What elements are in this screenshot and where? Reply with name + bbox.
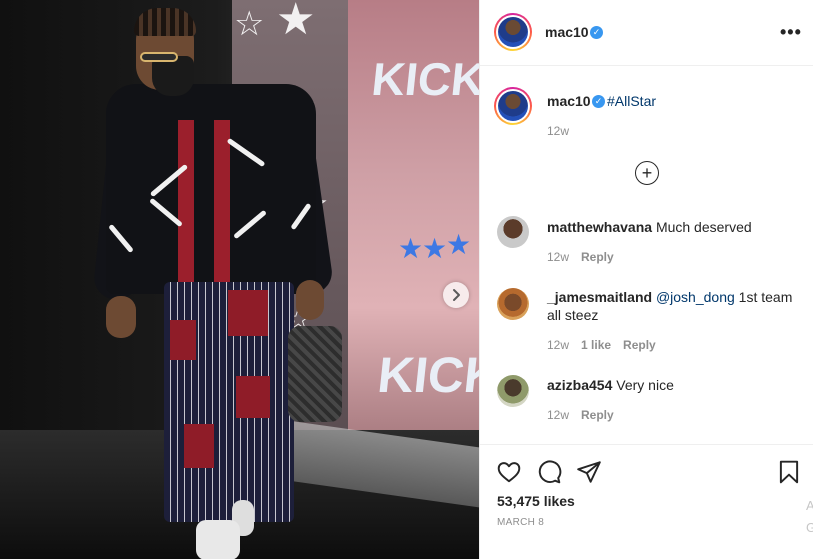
comment-timestamp[interactable]: 12w xyxy=(547,408,569,422)
comment-body: _jamesmaitland @josh_dong 1st team all s… xyxy=(547,288,797,324)
commenter-avatar[interactable] xyxy=(497,375,529,407)
comment-likes[interactable]: 1 like xyxy=(581,338,611,352)
pants-patch xyxy=(170,320,196,360)
comment-timestamp[interactable]: 12w xyxy=(547,338,569,352)
comment-text: Much deserved xyxy=(655,219,752,235)
comment-meta: 12w 1 like Reply xyxy=(547,338,656,352)
post-actions: 53,475 likes MARCH 8 A G xyxy=(480,444,813,559)
comment-body: matthewhavana Much deserved xyxy=(547,218,797,236)
post-header: mac10 ✓ ••• xyxy=(480,0,813,66)
more-icon: ••• xyxy=(780,22,802,42)
pants-patch xyxy=(236,376,270,418)
face-mask xyxy=(152,56,194,96)
more-options-button[interactable]: ••• xyxy=(780,22,802,43)
comment-text: Very nice xyxy=(616,377,674,393)
caption-hashtag[interactable]: #AllStar xyxy=(607,93,656,109)
pants-patch xyxy=(184,424,214,468)
jacket-trim xyxy=(214,120,230,298)
load-more-comments-button[interactable]: + xyxy=(635,161,659,185)
profile-avatar-icon xyxy=(498,17,528,47)
comment-username[interactable]: azizba454 xyxy=(547,377,612,393)
reply-button[interactable]: Reply xyxy=(581,408,614,422)
send-icon xyxy=(577,461,601,483)
blue-star-icon: ★ xyxy=(398,233,424,264)
edge-char: A xyxy=(806,498,813,513)
comment-username[interactable]: _jamesmaitland xyxy=(547,289,652,305)
pants-patch xyxy=(228,290,268,336)
author-avatar[interactable] xyxy=(494,13,532,51)
bookmark-icon xyxy=(779,460,799,484)
comment-meta: 12w Reply xyxy=(547,408,614,422)
kicks-sign-bottom: KICKS xyxy=(375,347,479,403)
instagram-post: ☆ ★ ☆ ☆ ☆ KICKS KICKS ★ ★ ★ xyxy=(0,0,813,559)
comment-timestamp[interactable]: 12w xyxy=(547,250,569,264)
caption-timestamp[interactable]: 12w xyxy=(547,124,569,138)
post-date[interactable]: MARCH 8 xyxy=(497,517,544,528)
reply-button[interactable]: Reply xyxy=(623,338,656,352)
caption-username[interactable]: mac10 xyxy=(547,93,591,109)
plus-icon: + xyxy=(641,163,653,183)
jacket-trim xyxy=(178,120,194,298)
comment-button[interactable] xyxy=(536,459,562,485)
left-shoe xyxy=(196,520,240,559)
verified-badge-icon: ✓ xyxy=(592,95,605,108)
blue-star-icon: ★ xyxy=(422,233,448,264)
clipped-edge-text: A G xyxy=(806,495,813,539)
comment-meta: 12w Reply xyxy=(547,250,614,264)
player-figure xyxy=(92,0,360,559)
commenter-avatar[interactable] xyxy=(497,216,529,248)
reply-button[interactable]: Reply xyxy=(581,250,614,264)
share-button[interactable] xyxy=(576,459,602,485)
next-photo-button[interactable] xyxy=(443,282,469,308)
post-photo[interactable]: ☆ ★ ☆ ☆ ☆ KICKS KICKS ★ ★ ★ xyxy=(0,0,479,559)
braided-hair xyxy=(134,8,196,36)
sunglasses xyxy=(140,52,178,62)
blue-star-icon: ★ xyxy=(446,229,472,260)
toiletry-bag xyxy=(288,326,342,422)
edge-char: G xyxy=(806,520,813,535)
verified-badge-icon: ✓ xyxy=(590,26,603,39)
profile-avatar-icon xyxy=(498,91,528,121)
chevron-right-icon xyxy=(453,289,460,301)
save-button[interactable] xyxy=(776,459,802,485)
caption-avatar[interactable] xyxy=(494,87,532,125)
heart-icon xyxy=(497,462,521,483)
left-hand xyxy=(106,296,136,338)
comment-username[interactable]: matthewhavana xyxy=(547,219,652,235)
comment-body: azizba454 Very nice xyxy=(547,376,797,394)
author-username[interactable]: mac10 xyxy=(545,24,589,40)
like-button[interactable] xyxy=(496,459,522,485)
likes-count[interactable]: 53,475 likes xyxy=(497,493,575,509)
commenter-avatar[interactable] xyxy=(497,288,529,320)
jacket xyxy=(106,84,316,294)
post-side-panel: mac10 ✓ ••• mac10 ✓ #AllStar 12w + matth… xyxy=(479,0,813,559)
comment-icon xyxy=(538,460,562,484)
right-hand xyxy=(296,280,324,320)
comment-mention[interactable]: @josh_dong xyxy=(656,289,735,305)
kicks-sign-top: KICKS xyxy=(369,53,479,105)
